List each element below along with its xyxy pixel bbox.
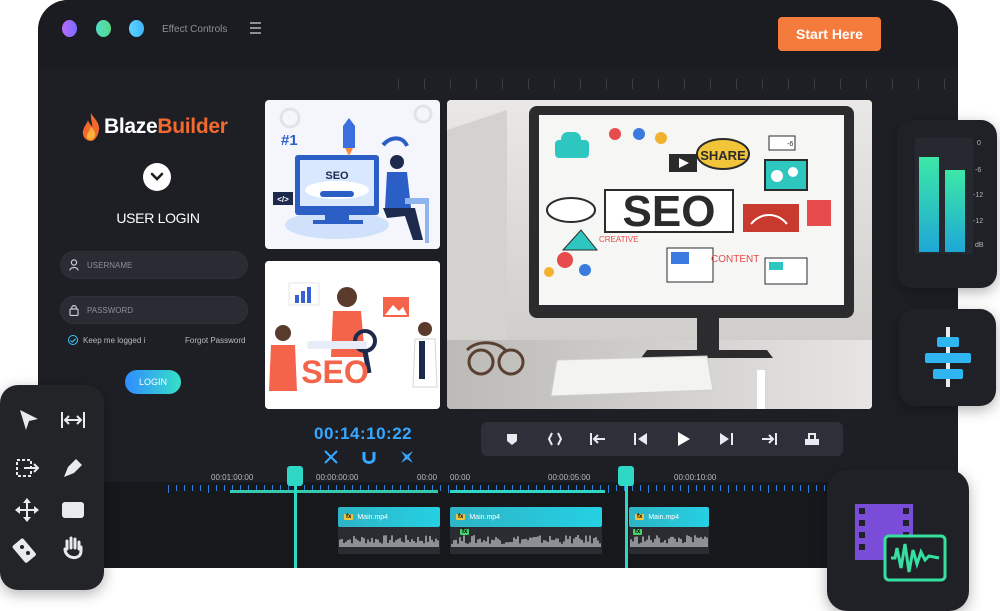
video-clip[interactable]: fx Main.mp4 xyxy=(338,507,440,527)
brand-logo: BlazeBuilder xyxy=(80,112,228,142)
video-clip[interactable]: fx Main.mp4 xyxy=(629,507,709,527)
pen-icon[interactable] xyxy=(60,455,86,481)
main-preview[interactable]: SHARE -6 SEO CREATIVE CONTENT xyxy=(447,100,872,409)
username-input[interactable] xyxy=(87,260,227,270)
fx-badge: fx xyxy=(460,529,470,535)
window-title: Effect Controls xyxy=(162,24,228,35)
fx-badge: fx xyxy=(635,514,645,520)
window-dot-blue[interactable] xyxy=(129,20,144,37)
title-bar: Effect Controls Start Here xyxy=(38,0,958,68)
select-arrow-icon[interactable] xyxy=(16,407,42,433)
meter-label: -12 xyxy=(973,218,984,225)
clip-name: Main.mp4 xyxy=(357,513,389,521)
share-sticker-text: SHARE xyxy=(700,148,746,163)
step-back-icon[interactable] xyxy=(632,431,650,447)
audio-track[interactable]: fx xyxy=(629,527,709,554)
thumb2-seo-text: SEO xyxy=(301,354,369,390)
rate-stretch-icon[interactable] xyxy=(60,407,86,433)
chevron-down-icon[interactable] xyxy=(143,163,171,191)
meter-label: -6 xyxy=(975,167,982,174)
align-center-icon xyxy=(925,327,971,387)
clip-name: Main.mp4 xyxy=(648,513,680,521)
password-field[interactable] xyxy=(60,296,248,324)
creative-text: CREATIVE xyxy=(599,235,638,244)
thumb1-seo-text: SEO xyxy=(325,170,349,182)
start-here-button[interactable]: Start Here xyxy=(778,17,881,51)
in-out-icon[interactable] xyxy=(546,431,564,447)
window-dot-green[interactable] xyxy=(96,20,111,37)
step-forward-icon[interactable] xyxy=(717,431,735,447)
svg-text:-6: -6 xyxy=(787,141,793,148)
forgot-password-link[interactable]: Forgot Password xyxy=(185,336,245,345)
fx-badge: fx xyxy=(456,514,466,520)
audio-track[interactable] xyxy=(338,527,440,554)
audio-meter-card: 0 -6 -12 -12 dB xyxy=(897,120,997,288)
playhead-line[interactable] xyxy=(625,470,628,568)
export-frame-icon[interactable] xyxy=(803,431,821,447)
rank-text: #1 xyxy=(281,132,298,149)
timeline-mark: 00:00:00:00 xyxy=(316,473,359,482)
timecode-display: 00:14:10:22 xyxy=(314,424,413,443)
timeline-mark: 00:00 xyxy=(417,473,438,482)
remember-me-label: Keep me logged i xyxy=(83,335,146,345)
user-icon xyxy=(69,259,79,271)
audio-track[interactable]: fx xyxy=(450,527,602,554)
go-to-in-icon[interactable] xyxy=(589,431,607,447)
username-field[interactable] xyxy=(60,251,248,279)
brand-name-part2: Builder xyxy=(157,115,228,138)
top-ruler xyxy=(398,79,958,91)
timeline-mark: 00:00 xyxy=(450,473,471,482)
track-range xyxy=(450,490,605,493)
media-card[interactable] xyxy=(827,470,969,611)
play-icon[interactable] xyxy=(674,431,692,447)
magnet-icon[interactable] xyxy=(361,449,377,465)
transport-controls xyxy=(481,422,843,456)
timeline-mark: 00:00:05:00 xyxy=(548,473,591,482)
rectangle-icon[interactable] xyxy=(60,497,86,523)
editor-window: Effect Controls Start Here BlazeBuilder … xyxy=(38,0,958,568)
login-title: USER LOGIN xyxy=(116,210,200,226)
meter-label: dB xyxy=(975,242,984,249)
go-to-out-icon[interactable] xyxy=(760,431,778,447)
timeline-tools xyxy=(323,449,415,465)
in-point-line[interactable] xyxy=(294,470,297,568)
marker-icon[interactable] xyxy=(503,431,521,447)
align-card[interactable] xyxy=(899,309,996,406)
code-tag-text: </> xyxy=(277,195,289,204)
lock-icon xyxy=(69,305,79,316)
video-clip[interactable]: fx Main.mp4 xyxy=(450,507,602,527)
meter-bar-left xyxy=(919,156,939,252)
track-range xyxy=(230,490,438,493)
meter-label: -12 xyxy=(973,192,984,199)
move-icon[interactable] xyxy=(14,497,40,523)
brand-name-part1: Blaze xyxy=(104,115,158,138)
hamburger-menu-icon[interactable] xyxy=(250,22,261,34)
login-button[interactable]: LOGIN xyxy=(125,370,181,394)
remember-me-toggle[interactable]: Keep me logged i xyxy=(68,335,145,345)
ripple-icon[interactable] xyxy=(399,449,415,465)
hand-icon[interactable] xyxy=(60,535,86,561)
password-input[interactable] xyxy=(87,305,227,315)
window-dot-purple[interactable] xyxy=(62,20,77,37)
fx-badge: fx xyxy=(344,514,354,520)
tools-palette xyxy=(0,385,104,590)
checkbox-checked-icon[interactable] xyxy=(68,335,78,345)
flame-icon xyxy=(82,113,100,141)
clip-name: Main.mp4 xyxy=(469,513,501,521)
split-icon[interactable] xyxy=(323,449,339,465)
video-audio-icon xyxy=(855,504,947,582)
fx-badge: fx xyxy=(633,529,643,535)
stage: Effect Controls Start Here BlazeBuilder … xyxy=(0,0,1000,611)
razor-icon[interactable] xyxy=(12,537,38,563)
meter-label: 0 xyxy=(977,140,981,147)
timeline-mark: 00:01:00:00 xyxy=(211,473,254,482)
meter-bar-right xyxy=(945,169,965,252)
seo-thumbnail-1[interactable]: </> #1 SEO xyxy=(265,100,440,249)
seo-thumbnail-2[interactable]: SEO xyxy=(265,261,440,409)
slip-icon[interactable] xyxy=(14,455,40,481)
main-seo-text: SEO xyxy=(623,187,716,236)
timeline-mark: 00:00:10:00 xyxy=(674,473,717,482)
content-text: CONTENT xyxy=(711,254,759,265)
